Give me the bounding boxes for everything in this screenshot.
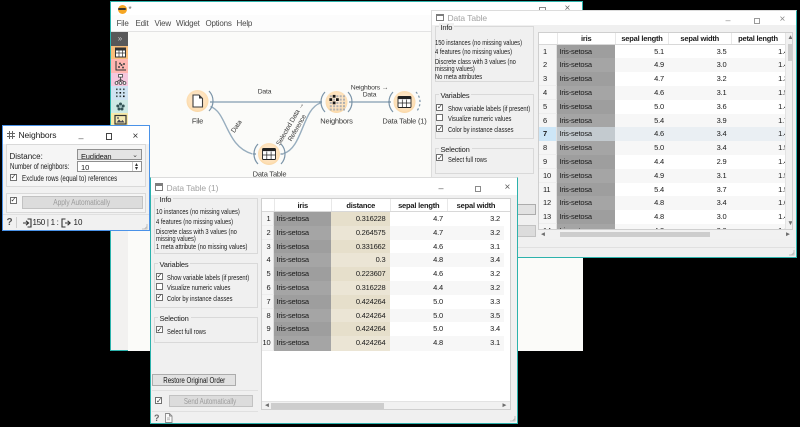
- svg-text:File: File: [192, 116, 203, 125]
- svg-text:Data Table (1): Data Table (1): [382, 116, 427, 125]
- svg-text:Neighbors: Neighbors: [320, 116, 353, 125]
- svg-text:Neighbors →: Neighbors →: [351, 84, 388, 91]
- svg-text:Data: Data: [258, 88, 272, 95]
- svg-text:Data: Data: [363, 91, 377, 98]
